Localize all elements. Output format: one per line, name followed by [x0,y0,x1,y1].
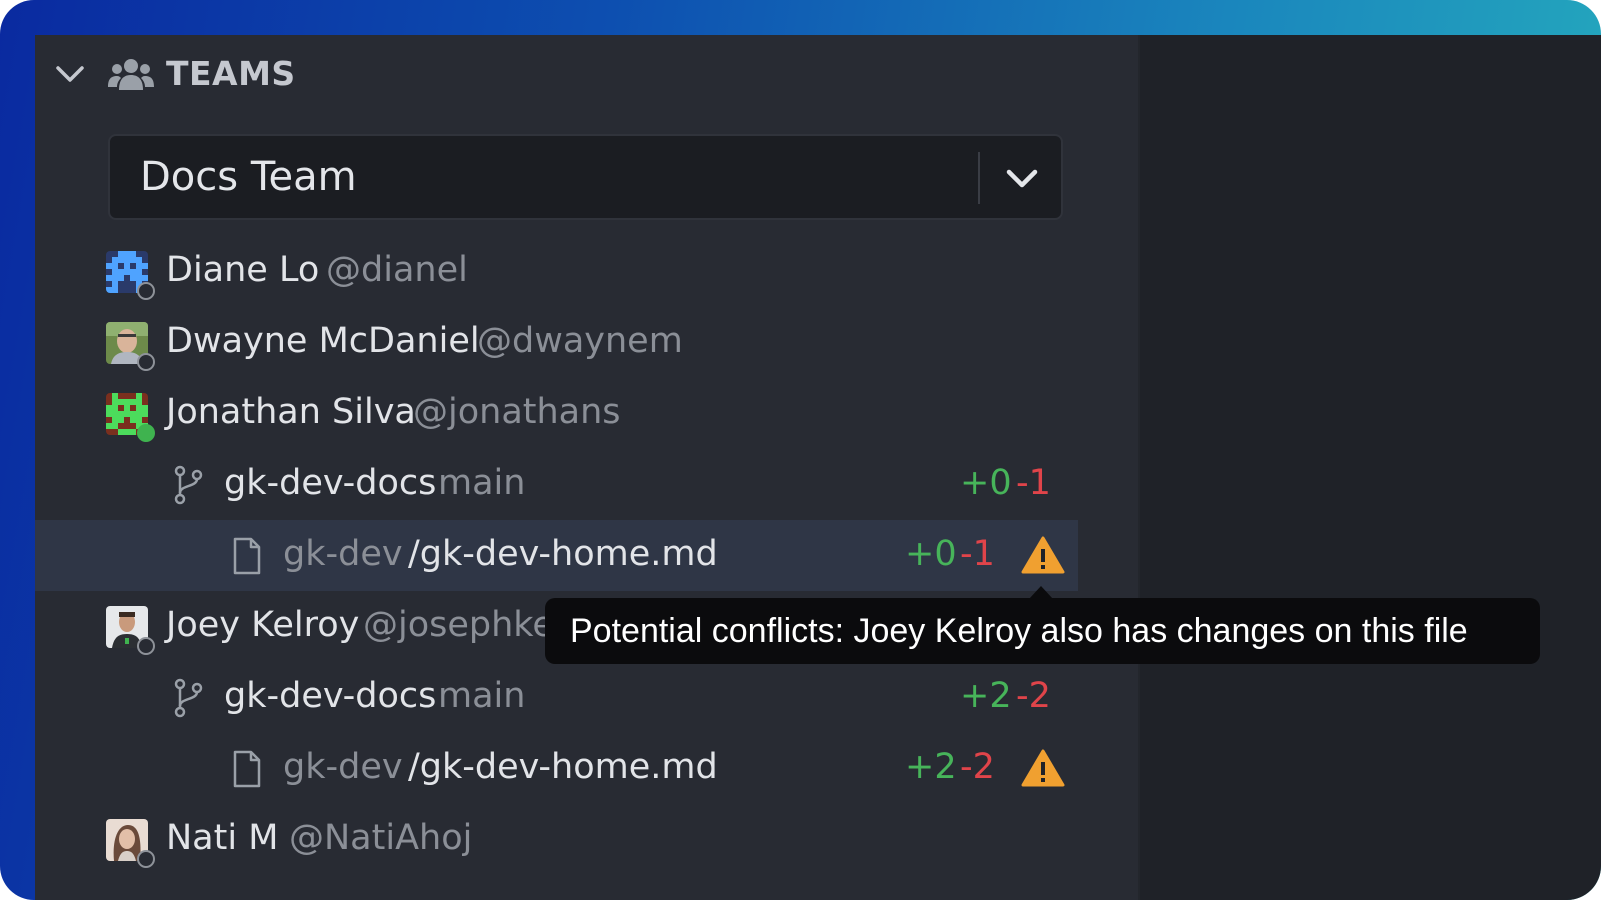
lines-removed: -2 [960,747,995,787]
lines-added: +0 [960,463,1012,503]
member-name: Dwayne McDaniel [166,321,480,361]
file-icon [233,537,261,575]
file-row[interactable]: gk-dev /gk-dev-home.md +2 -2 [35,733,1138,804]
people-icon [108,59,154,90]
member-row-jonathan[interactable]: Jonathan Silva @jonathans [35,378,1138,449]
file-path: /gk-dev-home.md [408,747,718,787]
avatar [106,606,155,655]
conflict-tooltip: Potential conflicts: Joey Kelroy also ha… [545,586,1540,664]
avatar [106,819,155,868]
file-row[interactable]: gk-dev /gk-dev-home.md +0 -1 [35,520,1078,591]
avatar [106,251,155,300]
app-window: TEAMS Docs Team Diane Lo @dianel Dwayne … [35,35,1601,900]
select-divider [978,152,980,204]
status-offline-icon [137,637,155,655]
warning-icon[interactable] [1021,535,1065,575]
lines-removed: -2 [1016,676,1051,716]
git-branch-icon [174,678,203,718]
status-offline-icon [137,850,155,868]
git-branch-icon [174,465,203,505]
panel-divider [1138,35,1140,900]
branch-name: main [438,463,526,503]
member-name: Jonathan Silva [166,392,416,432]
chevron-down-icon[interactable] [1003,163,1041,193]
status-offline-icon [137,282,155,300]
repo-row[interactable]: gk-dev-docs main +0 -1 [35,449,1138,520]
member-handle: @NatiAhoj [289,818,473,858]
branch-name: main [438,676,526,716]
member-handle: @dianel [326,250,468,290]
file-icon [233,750,261,788]
member-name: Joey Kelroy [166,605,360,645]
member-name: Nati M [166,818,279,858]
member-row-nati[interactable]: Nati M @NatiAhoj [35,804,1138,875]
file-repo: gk-dev [283,534,403,574]
teams-section-header[interactable]: TEAMS [35,35,1138,115]
lines-added: +2 [905,747,957,787]
member-row-diane[interactable]: Diane Lo @dianel [35,236,1138,307]
lines-added: +2 [960,676,1012,716]
member-handle: @jonathans [413,392,621,432]
member-handle: @dwaynem [477,321,683,361]
repo-name: gk-dev-docs [224,463,437,503]
status-online-icon [137,424,155,442]
warning-icon[interactable] [1021,748,1065,788]
status-offline-icon [137,353,155,371]
repo-name: gk-dev-docs [224,676,437,716]
section-title: TEAMS [166,54,296,93]
tooltip-text: Potential conflicts: Joey Kelroy also ha… [570,612,1468,650]
lines-removed: -1 [960,534,995,574]
file-repo: gk-dev [283,747,403,787]
app-frame: TEAMS Docs Team Diane Lo @dianel Dwayne … [0,0,1601,900]
team-select[interactable]: Docs Team [108,134,1063,220]
lines-removed: -1 [1016,463,1051,503]
file-path: /gk-dev-home.md [408,534,718,574]
avatar [106,393,155,442]
tooltip-arrow [1029,586,1053,599]
repo-row[interactable]: gk-dev-docs main +2 -2 [35,662,1138,733]
team-select-value: Docs Team [140,154,357,200]
lines-added: +0 [905,534,957,574]
member-row-dwayne[interactable]: Dwayne McDaniel @dwaynem [35,307,1138,378]
chevron-down-icon[interactable] [54,62,86,86]
avatar [106,322,155,371]
member-name: Diane Lo [166,250,320,290]
teams-panel: TEAMS Docs Team Diane Lo @dianel Dwayne … [35,35,1138,900]
